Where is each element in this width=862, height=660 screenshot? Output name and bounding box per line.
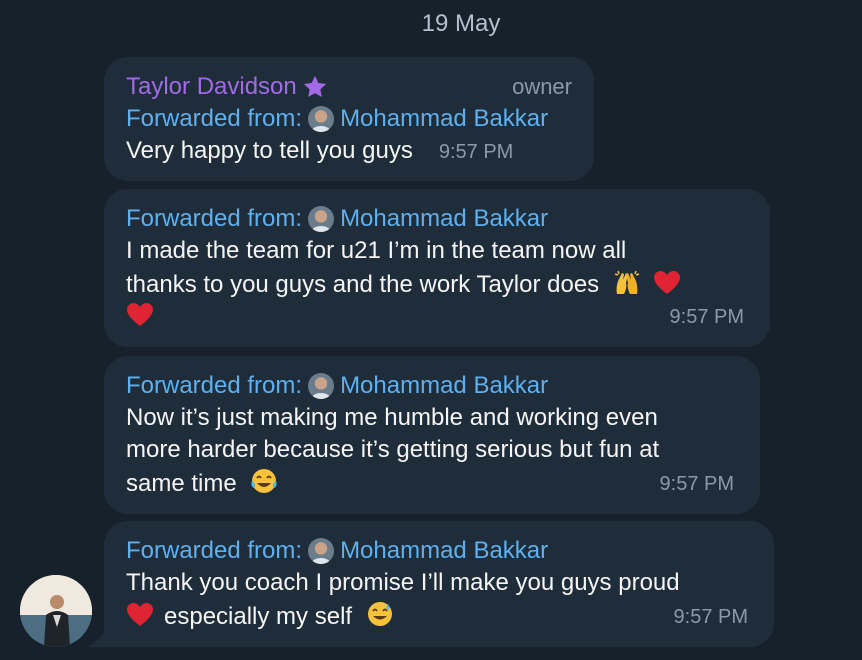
- message-text: Very happy to tell you guys 9:57 PM: [126, 135, 572, 168]
- message-line: more harder because it’s getting serious…: [126, 436, 660, 463]
- star-icon: [303, 75, 326, 98]
- forwarded-label: Forwarded from:: [126, 205, 303, 232]
- message-time: 9:57 PM: [438, 141, 514, 163]
- forwarded-from[interactable]: Forwarded from: Mohammad Bakkar: [126, 203, 748, 235]
- forward-name[interactable]: Mohammad Bakkar: [340, 370, 548, 402]
- message-bubble[interactable]: Forwarded from: Mohammad Bakkar Thank yo…: [104, 521, 774, 647]
- avatar-image: [20, 575, 92, 647]
- forward-name[interactable]: Mohammad Bakkar: [340, 535, 548, 567]
- message-time: 9:57 PM: [673, 606, 748, 628]
- heart-icon: [127, 603, 153, 626]
- message-bubble[interactable]: Forwarded from: Mohammad Bakkar I made t…: [104, 189, 770, 347]
- forwarded-label: Forwarded from:: [126, 537, 303, 564]
- sender-name[interactable]: Taylor Davidson: [126, 71, 329, 103]
- forward-name[interactable]: Mohammad Bakkar: [340, 203, 548, 235]
- forward-avatar: [308, 106, 335, 132]
- raising-hands-emoji-icon: [614, 270, 640, 294]
- message-line: same time: [126, 470, 237, 497]
- tears-of-joy-emoji-icon: [251, 469, 278, 493]
- message-time: 9:57 PM: [659, 473, 734, 495]
- forwarded-label: Forwarded from:: [126, 372, 303, 399]
- forwarded-from[interactable]: Forwarded from: Mohammad Bakkar: [126, 535, 752, 567]
- message-text: I made the team for u21 I’m in the team …: [126, 235, 748, 333]
- forward-avatar: [308, 206, 335, 232]
- heart-icon: [653, 271, 680, 294]
- message-line: Thank you coach I promise I’ll make you …: [126, 569, 680, 596]
- forward-name[interactable]: Mohammad Bakkar: [340, 103, 548, 135]
- message-bubble[interactable]: Forwarded from: Mohammad Bakkar Now it’s…: [104, 356, 760, 514]
- message-line: Very happy to tell you guys: [126, 137, 413, 164]
- sender-name-text: Taylor Davidson: [126, 73, 297, 100]
- forward-avatar: [308, 538, 335, 564]
- heart-icon: [127, 303, 153, 326]
- message-header: Taylor Davidson owner: [126, 71, 572, 103]
- message-line: thanks to you guys and the work Taylor d…: [126, 271, 600, 298]
- forwarded-label: Forwarded from:: [126, 105, 303, 132]
- message-time: 9:57 PM: [669, 306, 744, 328]
- role-badge: owner: [512, 74, 572, 99]
- date-separator: 19 May: [421, 10, 501, 37]
- chat-view: 19 May Taylor Davidson owner Forwarded f…: [0, 0, 862, 660]
- message-bubble[interactable]: Taylor Davidson owner Forwarded from: Mo…: [104, 57, 594, 181]
- message-line: especially my self: [164, 603, 353, 630]
- message-text: Thank you coach I promise I’ll make you …: [126, 567, 752, 633]
- forwarded-from[interactable]: Forwarded from: Mohammad Bakkar: [126, 370, 738, 402]
- avatar[interactable]: [20, 575, 92, 647]
- grinning-sweat-emoji-icon: [367, 602, 392, 626]
- message-text: Now it’s just making me humble and worki…: [126, 402, 738, 500]
- message-line: Now it’s just making me humble and worki…: [126, 404, 658, 431]
- message-line: I made the team for u21 I’m in the team …: [126, 237, 627, 264]
- forwarded-from[interactable]: Forwarded from: Mohammad Bakkar: [126, 103, 572, 135]
- forward-avatar: [308, 373, 335, 399]
- bubble-tail: [88, 627, 106, 647]
